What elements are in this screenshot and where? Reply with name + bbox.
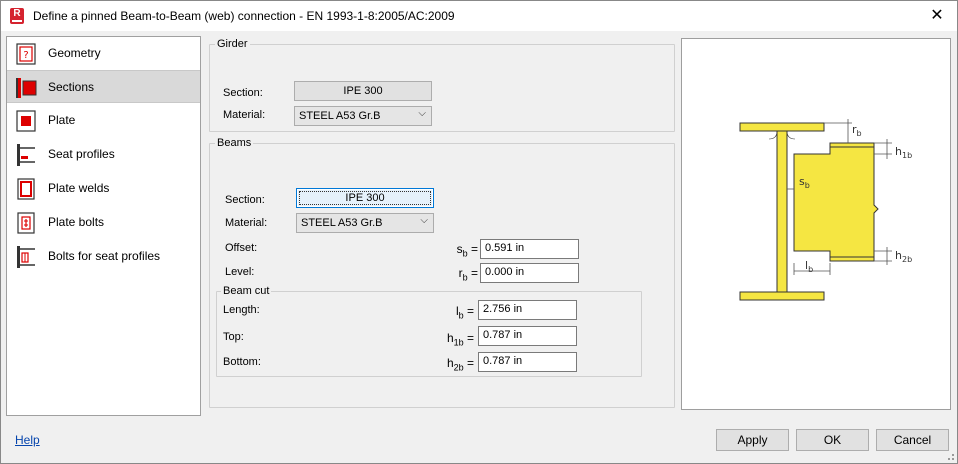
plate-bolts-icon xyxy=(17,212,35,234)
dim-h1b-label: h1b xyxy=(895,145,912,160)
girder-group xyxy=(209,44,675,132)
close-icon[interactable]: ✕ xyxy=(925,4,949,28)
girder-material-select[interactable]: STEEL A53 Gr.B ⌵ xyxy=(294,106,432,126)
beams-material-select[interactable]: STEEL A53 Gr.B ⌵ xyxy=(296,213,434,233)
geometry-icon: ? xyxy=(16,43,36,65)
top-label: Top: xyxy=(223,331,244,343)
chevron-down-icon: ⌵ xyxy=(420,215,428,226)
plate-icon xyxy=(16,110,36,132)
bottom-input[interactable]: 0.787 in xyxy=(478,352,577,372)
sidebar-item-geometry[interactable]: ? Geometry xyxy=(7,37,200,70)
level-label: Level: xyxy=(225,266,255,278)
length-symbol: lb = xyxy=(455,304,474,321)
top-symbol: h1b = xyxy=(446,331,474,348)
offset-input[interactable]: 0.591 in xyxy=(480,239,579,259)
dim-h2b-label: h2b xyxy=(895,249,912,264)
beams-section-button[interactable]: IPE 300 xyxy=(296,188,434,208)
chevron-down-icon: ⌵ xyxy=(418,108,426,119)
girder-material-value: STEEL A53 Gr.B xyxy=(299,110,381,122)
window-title: Define a pinned Beam-to-Beam (web) conne… xyxy=(33,9,455,23)
bolts-seat-icon xyxy=(17,246,35,268)
beams-group-title: Beams xyxy=(215,137,254,149)
sidebar-item-bolts-seat-profiles[interactable]: Bolts for seat profiles xyxy=(7,240,200,273)
bottom-symbol: h2b = xyxy=(446,356,474,373)
beams-section-label: Section: xyxy=(225,194,265,206)
sidebar-item-plate-bolts[interactable]: Plate bolts xyxy=(7,206,200,239)
girder-section-label: Section: xyxy=(223,87,263,99)
top-input[interactable]: 0.787 in xyxy=(478,326,577,346)
girder-group-title: Girder xyxy=(215,38,250,50)
length-input[interactable]: 2.756 in xyxy=(478,300,577,320)
beams-material-label: Material: xyxy=(225,217,268,229)
svg-text:?: ? xyxy=(23,50,28,61)
app-logo-icon: R xyxy=(10,8,24,24)
length-label: Length: xyxy=(223,304,260,316)
ok-button[interactable]: OK xyxy=(796,429,869,451)
sidebar-item-label: Plate welds xyxy=(48,181,110,195)
connection-preview: rb h1b sb h2b lb xyxy=(681,38,951,410)
plate-welds-icon xyxy=(17,178,35,200)
sidebar-item-plate-welds[interactable]: Plate welds xyxy=(7,172,200,205)
dim-rb-label: rb xyxy=(852,123,862,138)
title-bar: R Define a pinned Beam-to-Beam (web) con… xyxy=(1,1,957,31)
offset-label: Offset: xyxy=(225,242,258,254)
sidebar-item-label: Sections xyxy=(48,80,95,94)
sidebar-item-sections[interactable]: Sections xyxy=(7,70,200,103)
sidebar-item-plate[interactable]: Plate xyxy=(7,104,200,137)
beam-section xyxy=(793,142,879,262)
level-input[interactable]: 0.000 in xyxy=(480,263,579,283)
dim-lb-label: lb xyxy=(805,259,813,274)
apply-button[interactable]: Apply xyxy=(716,429,789,451)
connection-drawing: rb h1b sb h2b lb xyxy=(739,119,912,301)
girder-section-button[interactable]: IPE 300 xyxy=(294,81,432,101)
beams-material-value: STEEL A53 Gr.B xyxy=(301,217,383,229)
sidebar-item-label: Geometry xyxy=(48,46,101,60)
beam-cut-group xyxy=(216,291,642,377)
sidebar-item-label: Seat profiles xyxy=(48,147,115,161)
dialog-window: R Define a pinned Beam-to-Beam (web) con… xyxy=(0,0,958,464)
cancel-button[interactable]: Cancel xyxy=(876,429,949,451)
girder-material-label: Material: xyxy=(223,109,266,121)
help-link[interactable]: Help xyxy=(15,433,40,447)
beam-cut-group-title: Beam cut xyxy=(221,285,272,297)
seat-profiles-icon xyxy=(17,144,35,166)
level-symbol: rb = xyxy=(458,266,478,283)
sidebar-item-label: Bolts for seat profiles xyxy=(48,249,161,263)
sections-icon xyxy=(16,78,37,98)
sidebar-item-label: Plate bolts xyxy=(48,215,105,229)
sidebar-item-label: Plate xyxy=(48,113,76,127)
resize-grip-icon[interactable] xyxy=(943,449,955,461)
sidebar-nav: ? Geometry Sections Plate Seat profiles … xyxy=(6,36,201,416)
sidebar-item-seat-profiles[interactable]: Seat profiles xyxy=(7,138,200,171)
offset-symbol: sb = xyxy=(456,242,478,259)
bottom-label: Bottom: xyxy=(223,356,261,368)
